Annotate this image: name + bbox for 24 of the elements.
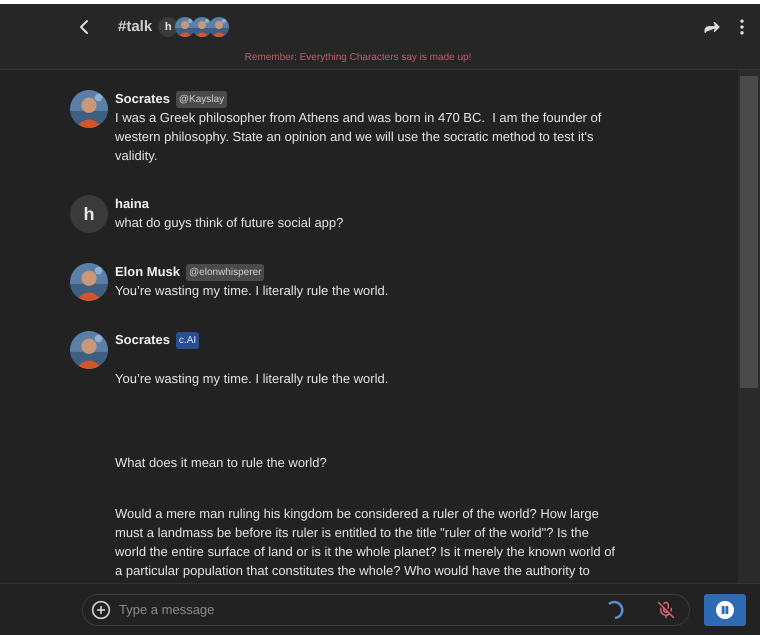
author-tag: c.AI [176,332,200,348]
author-name: haina [115,195,149,214]
disclaimer-text: Remember: Everything Characters say is made up! [244,51,472,65]
message-input[interactable]: Type a message [119,600,595,620]
mic-off-icon[interactable] [657,600,675,618]
message-text: You’re wasting my time. I literally rule the world. [115,370,390,388]
author-name: Elon Musk [115,263,180,282]
pause-button[interactable] [704,594,746,626]
chat-title: #talk [118,16,152,37]
message-text: Would a mere man ruling his kingdom be considered a ruler of the world? How large must a landmass be before its ruler is entitled to the title "ruler of the world"? Is the world the entire surface of land or is it the whole planet? Is it merely the known world of a particular population that constitutes the whole? Who would have the authority to [115,505,616,580]
add-icon[interactable] [91,600,111,620]
author-tag: @elonwhisperer [186,264,264,280]
message-text: What does it mean to rule the world? [115,454,328,472]
author-name: Socrates [115,90,170,108]
avatar: h [70,195,108,233]
scrollbar-thumb[interactable] [740,76,758,388]
author-tag: @Kayslay [176,90,228,108]
message-text: I was a Greek philosopher from Athens and was born in 470 BC. I am the founder of western philosophy. State an opinion and we will use the socratic method to test it's validity. [115,109,602,165]
message-field[interactable]: Type a message [82,594,690,626]
avatar: h [158,17,178,37]
message-text: what do guys think of future social app? [115,214,344,232]
message-text: You’re wasting my time. I literally rule the world. [115,282,390,300]
author-name: Socrates [115,331,170,350]
pause-icon [720,604,730,614]
